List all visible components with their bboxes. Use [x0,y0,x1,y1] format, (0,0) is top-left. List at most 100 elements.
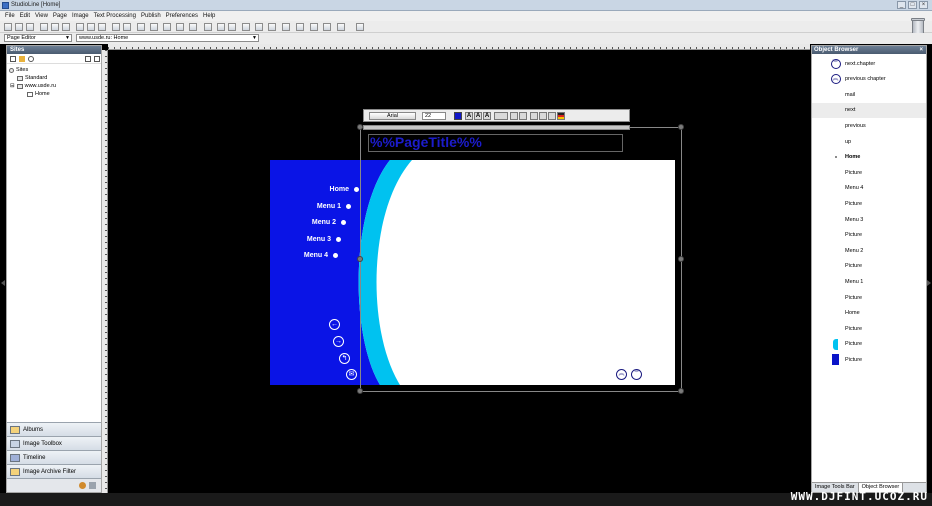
object-list-item[interactable]: Picture [812,228,926,243]
menu-help[interactable]: Help [203,13,215,19]
move-icon[interactable] [356,23,364,31]
nav-item-menu-1[interactable]: Menu 1 [317,203,351,210]
nav-item-home[interactable]: Home [330,186,359,193]
resize-handle[interactable] [678,124,684,130]
tree-item-standard[interactable]: Standard [17,75,47,81]
resize-handle[interactable] [678,388,684,394]
object-list-item[interactable]: Menu 4 [812,181,926,196]
menu-file[interactable]: File [5,13,15,19]
align-left-icon[interactable] [510,112,518,120]
spacing-icon[interactable] [494,112,508,120]
object-list-item[interactable]: Menu 1 [812,274,926,289]
menu-publish[interactable]: Publish [141,13,161,19]
maximize-button[interactable]: □ [908,1,917,9]
options-icon[interactable] [296,23,304,31]
object-list-item[interactable]: up [812,134,926,149]
columns-icon[interactable] [310,23,318,31]
status-icon[interactable] [79,482,86,489]
mode-select[interactable]: Page Editor ▼ [4,34,72,42]
font-select[interactable]: Arial [369,112,416,120]
link-icon[interactable] [123,23,131,31]
undo-icon[interactable] [217,23,225,31]
search-icon[interactable] [28,55,34,62]
object-list-item[interactable]: Picture [812,321,926,336]
object-list-item[interactable]: mail [812,87,926,102]
filter-icon[interactable] [268,23,276,31]
expand-icon[interactable]: ⊟ [10,83,15,89]
tree-item-home[interactable]: Home [27,91,50,97]
object-list-item[interactable]: Picture [812,165,926,180]
page-select[interactable]: www.usde.ru: Home ▼ [76,34,259,42]
close-button[interactable]: × [919,1,928,9]
menu-edit[interactable]: Edit [20,13,30,19]
tree-item-usde[interactable]: ⊟ www.usde.ru [10,83,56,89]
minimize-button[interactable]: _ [897,1,906,9]
menu-image[interactable]: Image [72,13,89,19]
menu-page[interactable]: Page [53,13,67,19]
underline-icon[interactable]: A [483,112,491,120]
save-icon[interactable] [26,23,34,31]
layout-icon[interactable] [163,23,171,31]
albums-panel-button[interactable]: Albums [7,422,101,436]
object-list-item[interactable]: Picture [812,352,926,367]
menu-view[interactable]: View [35,13,48,19]
options-icon[interactable] [89,482,96,489]
object-list-item[interactable]: next [812,102,926,118]
menu-text-processing[interactable]: Text Processing [94,13,136,19]
resize-handle[interactable] [357,256,363,262]
settings-icon[interactable] [94,55,100,62]
paste-icon[interactable] [62,23,70,31]
new-icon[interactable] [4,23,12,31]
up-icon[interactable]: ↰ [339,353,350,364]
folder-icon[interactable] [19,55,25,62]
previous-chapter-icon[interactable]: ︽ [616,369,627,380]
tools-icon[interactable] [282,23,290,31]
image-icon[interactable] [112,23,120,31]
page-editor-canvas[interactable]: Home Menu 1 Menu 2 Menu 3 Menu 4 ← → ↰ ✉… [108,50,810,493]
grid-icon[interactable] [137,23,145,31]
text-icon[interactable] [98,23,106,31]
object-list-item[interactable]: Picture [812,337,926,352]
table-icon[interactable] [150,23,158,31]
language-flag-icon[interactable] [557,112,565,120]
object-list-item[interactable]: Home [812,150,926,165]
image-toolbox-panel-button[interactable]: Image Toolbox [7,436,101,450]
zoom-icon[interactable] [337,23,345,31]
next-chapter-icon[interactable]: ︾ [631,369,642,380]
page-icon[interactable] [76,23,84,31]
object-list-item[interactable]: Picture [812,259,926,274]
object-list-item[interactable]: Menu 3 [812,212,926,227]
object-list-item[interactable]: Picture [812,196,926,211]
rotate-icon[interactable] [204,23,212,31]
new-site-icon[interactable] [10,55,16,62]
next-icon[interactable]: → [333,336,344,347]
menu-preferences[interactable]: Preferences [166,13,198,19]
text-color-swatch[interactable] [454,112,462,120]
cut-icon[interactable] [40,23,48,31]
timeline-panel-button[interactable]: Timeline [7,450,101,464]
nav-item-menu-4[interactable]: Menu 4 [304,252,338,259]
find-icon[interactable] [530,112,538,120]
insert-icon[interactable] [176,23,184,31]
object-list-item[interactable]: ︾ next.chapter [812,56,926,71]
effects-icon[interactable] [189,23,197,31]
distribute-icon[interactable] [323,23,331,31]
image-archive-filter-panel-button[interactable]: Image Archive Filter [7,464,101,478]
bold-icon[interactable]: A [465,112,473,120]
page-title-placeholder[interactable]: %%PageTitle%% [370,134,482,150]
redo-icon[interactable] [228,23,236,31]
resize-handle[interactable] [678,256,684,262]
resize-handle[interactable] [357,388,363,394]
previous-icon[interactable]: ← [329,319,340,330]
copy-icon[interactable] [51,23,59,31]
object-list-item[interactable]: Menu 2 [812,243,926,258]
font-size-input[interactable]: 22 [422,112,446,120]
frame-icon[interactable] [87,23,95,31]
mail-icon[interactable]: ✉ [346,369,357,380]
nav-item-menu-3[interactable]: Menu 3 [307,236,341,243]
tree-item-sites[interactable]: Sites [9,67,28,73]
object-list-item[interactable]: Home [812,306,926,321]
nav-item-menu-2[interactable]: Menu 2 [312,219,346,226]
collapse-right-icon[interactable] [927,280,931,286]
close-icon[interactable]: × [919,46,923,54]
